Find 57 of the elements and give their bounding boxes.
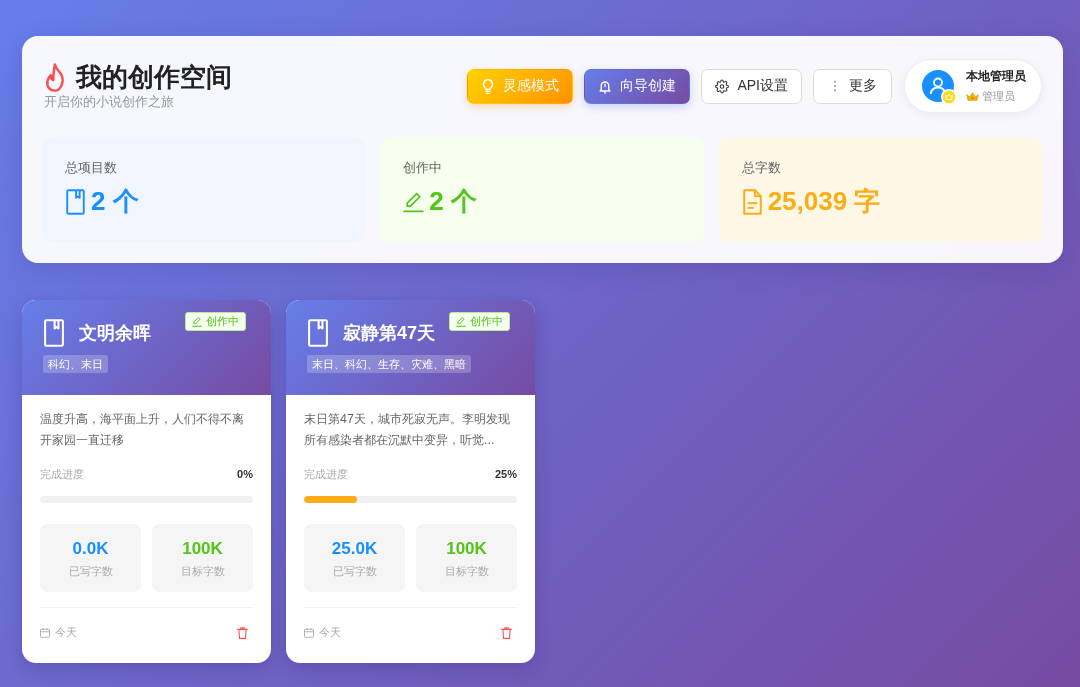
stat-value: 25,039 字 — [767, 187, 881, 216]
user-name: 本地管理员 — [966, 69, 1026, 84]
project-description: 温度升高，海平面上升，人们不得不离开家园一直迁移 — [40, 411, 245, 449]
wizard-button[interactable]: 向导创建 — [584, 68, 691, 104]
target-label: 目标字数 — [180, 564, 225, 578]
written-label: 已写字数 — [332, 564, 377, 578]
user-card[interactable]: 本地管理员 管理员 — [904, 59, 1042, 113]
crown-icon — [966, 91, 979, 101]
lightbulb-icon — [481, 78, 496, 94]
written-count: 25.0K — [331, 538, 378, 559]
calendar-icon — [40, 627, 50, 638]
document-icon — [741, 188, 763, 215]
project-card[interactable]: 创作中 文明余晖 科幻、末日 温度升高，海平面上升，人们不得不离开家园一直迁移 完成进度 0% 0.0K 已写字数 100K 目标字数 今天 — [22, 300, 271, 663]
bell-icon — [598, 78, 613, 94]
flame-icon — [44, 63, 67, 92]
trash-icon — [501, 626, 512, 639]
user-role: 管理员 — [982, 89, 1015, 103]
project-tags: 末日、科幻、生存、灾难、黑暗 — [307, 355, 471, 373]
book-icon — [65, 188, 86, 215]
project-tags: 科幻、末日 — [43, 355, 108, 373]
page-subtitle: 开启你的小说创作之旅 — [44, 95, 175, 110]
project-card[interactable]: 创作中 寂静第47天 末日、科幻、生存、灾难、黑暗 末日第47天，城市死寂无声。李明发现所有感染者都在沉默中变异，听觉... 完成进度 25% 25.0K 已写字数 100K 目标字数 今天 — [286, 300, 535, 663]
crown-badge-icon — [941, 89, 957, 105]
status-text: 创作中 — [206, 314, 239, 329]
written-label: 已写字数 — [68, 564, 113, 578]
pencil-icon — [456, 316, 466, 327]
stat-value: 2 个 — [91, 187, 139, 216]
written-count: 0.0K — [72, 538, 109, 559]
trash-icon — [237, 626, 248, 639]
progress-value: 0% — [237, 467, 253, 481]
delete-button[interactable] — [501, 626, 512, 639]
delete-button[interactable] — [237, 626, 248, 639]
updated-date: 今天 — [319, 625, 341, 640]
project-title: 文明余晖 — [79, 322, 151, 345]
progress-label: 完成进度 — [40, 467, 84, 481]
calendar-icon — [304, 627, 314, 638]
pencil-icon — [192, 316, 202, 327]
more-button[interactable]: 更多 — [813, 68, 892, 104]
stat-label: 总项目数 — [65, 161, 118, 175]
target-label: 目标字数 — [444, 564, 489, 578]
stat-value: 2 个 — [429, 187, 477, 216]
status-text: 创作中 — [470, 314, 503, 329]
project-title: 寂静第47天 — [343, 322, 436, 345]
project-description: 末日第47天，城市死寂无声。李明发现所有感染者都在沉默中变异，听觉... — [304, 411, 511, 449]
book-icon — [307, 319, 329, 347]
stat-label: 创作中 — [403, 161, 444, 175]
api-settings-button[interactable]: API设置 — [701, 68, 802, 104]
vertical-dots-icon — [833, 80, 837, 92]
settings-icon — [715, 78, 730, 94]
target-count: 100K — [182, 538, 223, 559]
progress-label: 完成进度 — [304, 467, 348, 481]
target-count: 100K — [446, 538, 487, 559]
book-icon — [43, 319, 65, 347]
page-title: 我的创作空间 — [76, 62, 232, 93]
stat-label: 总字数 — [741, 161, 782, 175]
progress-value: 25% — [494, 467, 517, 481]
updated-date: 今天 — [55, 625, 77, 640]
